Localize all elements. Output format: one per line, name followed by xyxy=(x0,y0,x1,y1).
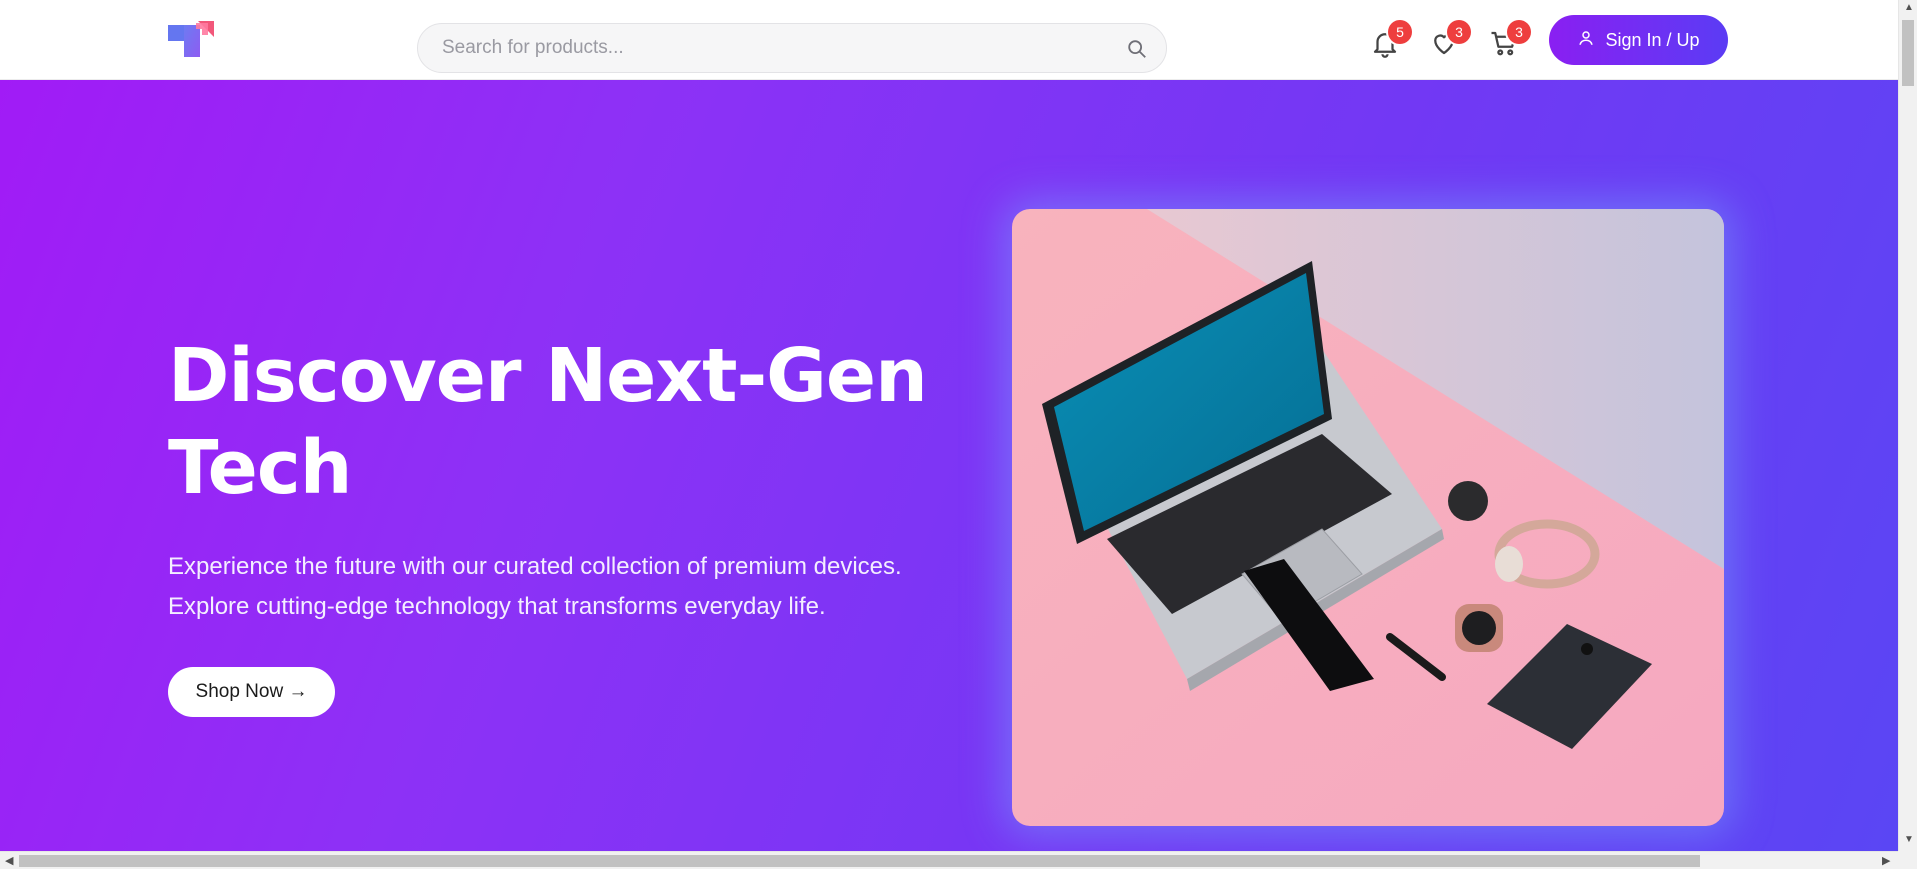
scroll-left-icon[interactable]: ◀ xyxy=(5,854,13,867)
hero-description: Experience the future with our curated c… xyxy=(168,553,902,620)
horizontal-scroll-thumb[interactable] xyxy=(19,855,1700,867)
hero-title: Discover Next-Gen Tech xyxy=(168,333,928,511)
horizontal-scrollbar[interactable]: ◀ ▶ xyxy=(0,851,1898,869)
scroll-down-icon[interactable]: ▼ xyxy=(1904,834,1914,845)
wishlist-button[interactable]: 3 xyxy=(1429,20,1471,58)
hero-section: Discover Next-Gen Tech Experience the fu… xyxy=(0,80,1898,851)
shop-now-button[interactable]: Shop Now → xyxy=(168,667,335,717)
sign-in-label: Sign In / Up xyxy=(1605,29,1700,50)
wishlist-count-badge: 3 xyxy=(1447,20,1471,44)
brand-logo-icon[interactable] xyxy=(168,21,216,61)
sign-in-button[interactable]: Sign In / Up xyxy=(1549,15,1728,65)
top-navbar: 5 3 3 Sign In / Up xyxy=(0,0,1898,80)
search-bar xyxy=(417,23,1167,73)
vertical-scrollbar[interactable]: ▲ ▼ xyxy=(1898,0,1917,851)
cart-count-badge: 3 xyxy=(1507,20,1531,44)
scroll-up-icon[interactable]: ▲ xyxy=(1904,2,1914,13)
scroll-right-icon[interactable]: ▶ xyxy=(1882,854,1890,867)
notification-count-badge: 5 xyxy=(1388,20,1412,44)
scrollbar-corner xyxy=(1898,851,1917,869)
vertical-scroll-thumb[interactable] xyxy=(1902,20,1914,86)
user-icon xyxy=(1577,29,1595,52)
search-icon[interactable] xyxy=(1126,38,1148,60)
hero-product-image xyxy=(1012,209,1724,826)
cart-button[interactable]: 3 xyxy=(1489,20,1531,58)
search-input[interactable] xyxy=(442,24,1102,72)
notifications-button[interactable]: 5 xyxy=(1370,20,1412,58)
